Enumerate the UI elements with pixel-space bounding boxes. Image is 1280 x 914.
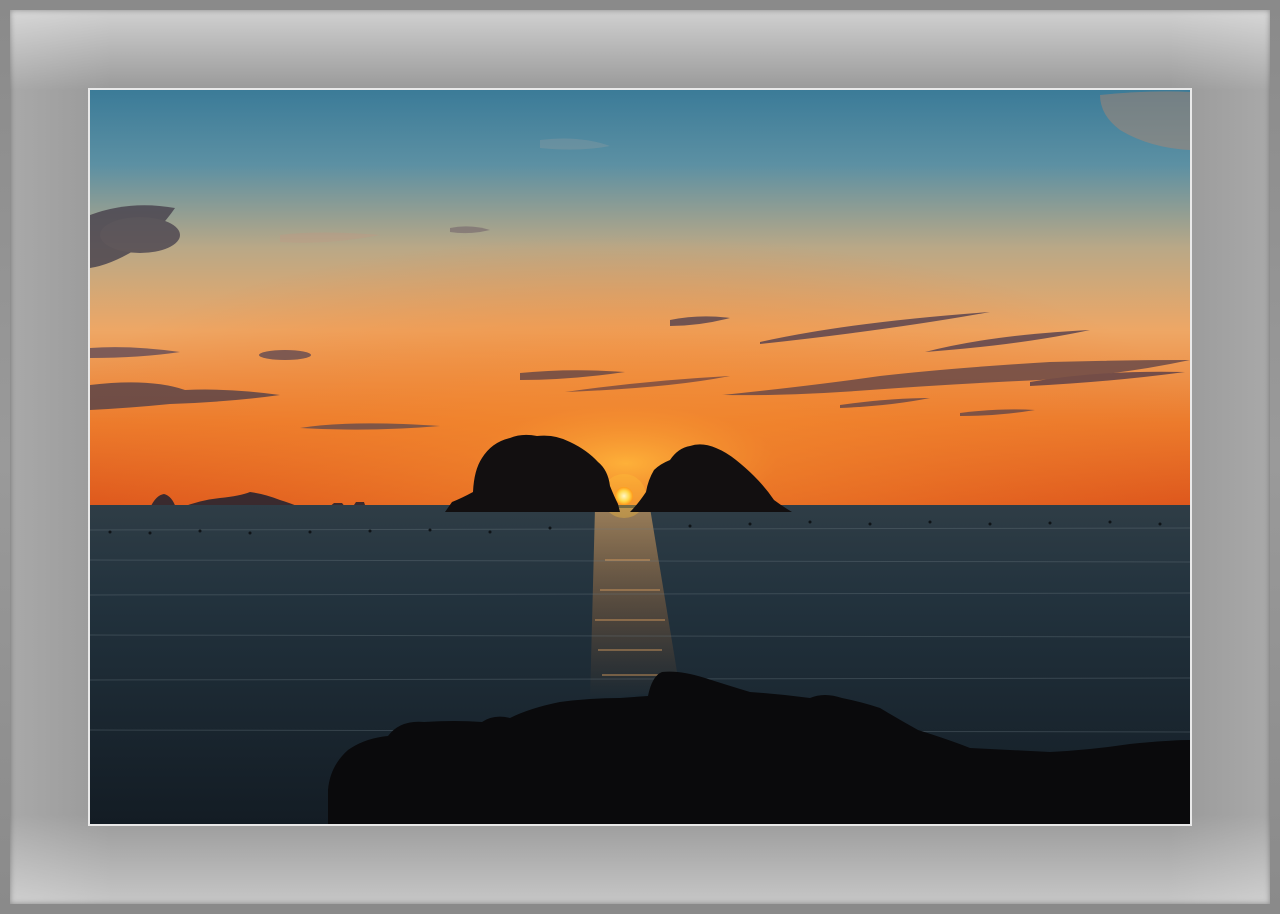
- sky: [90, 90, 1190, 505]
- sunset-photo: [90, 90, 1190, 824]
